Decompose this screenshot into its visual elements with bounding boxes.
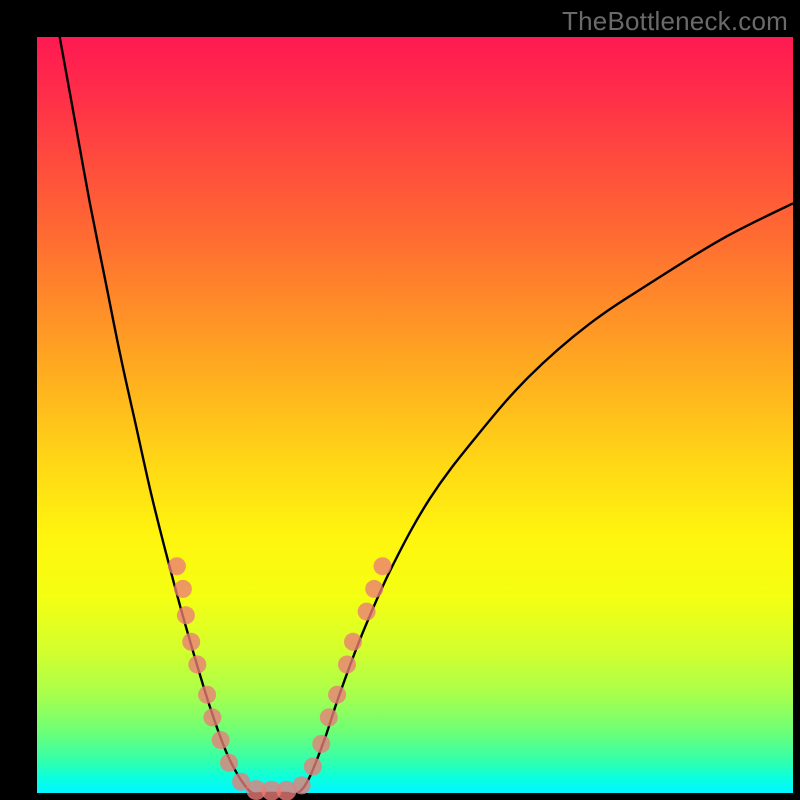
- scatter-dot: [374, 557, 392, 575]
- plot-area: [37, 37, 793, 793]
- scatter-dot: [293, 776, 311, 794]
- v-curve: [60, 37, 793, 794]
- scatter-dot: [168, 557, 186, 575]
- scatter-dot: [312, 735, 330, 753]
- scatter-dot: [338, 656, 356, 674]
- curve-svg: [37, 37, 793, 793]
- scatter-dot: [344, 633, 362, 651]
- scatter-dot: [177, 606, 195, 624]
- scatter-dot: [365, 580, 383, 598]
- scatter-dot: [174, 580, 192, 598]
- scatter-dot: [212, 731, 230, 749]
- scatter-dot: [220, 754, 238, 772]
- chart-frame: TheBottleneck.com: [0, 0, 800, 800]
- watermark-text: TheBottleneck.com: [562, 6, 788, 37]
- scatter-dot: [198, 686, 216, 704]
- scatter-dot: [304, 758, 322, 776]
- scatter-dot: [358, 603, 376, 621]
- scatter-dot: [188, 656, 206, 674]
- scatter-dot: [182, 633, 200, 651]
- scatter-dot: [320, 708, 338, 726]
- scatter-dot: [203, 708, 221, 726]
- scatter-dot: [328, 686, 346, 704]
